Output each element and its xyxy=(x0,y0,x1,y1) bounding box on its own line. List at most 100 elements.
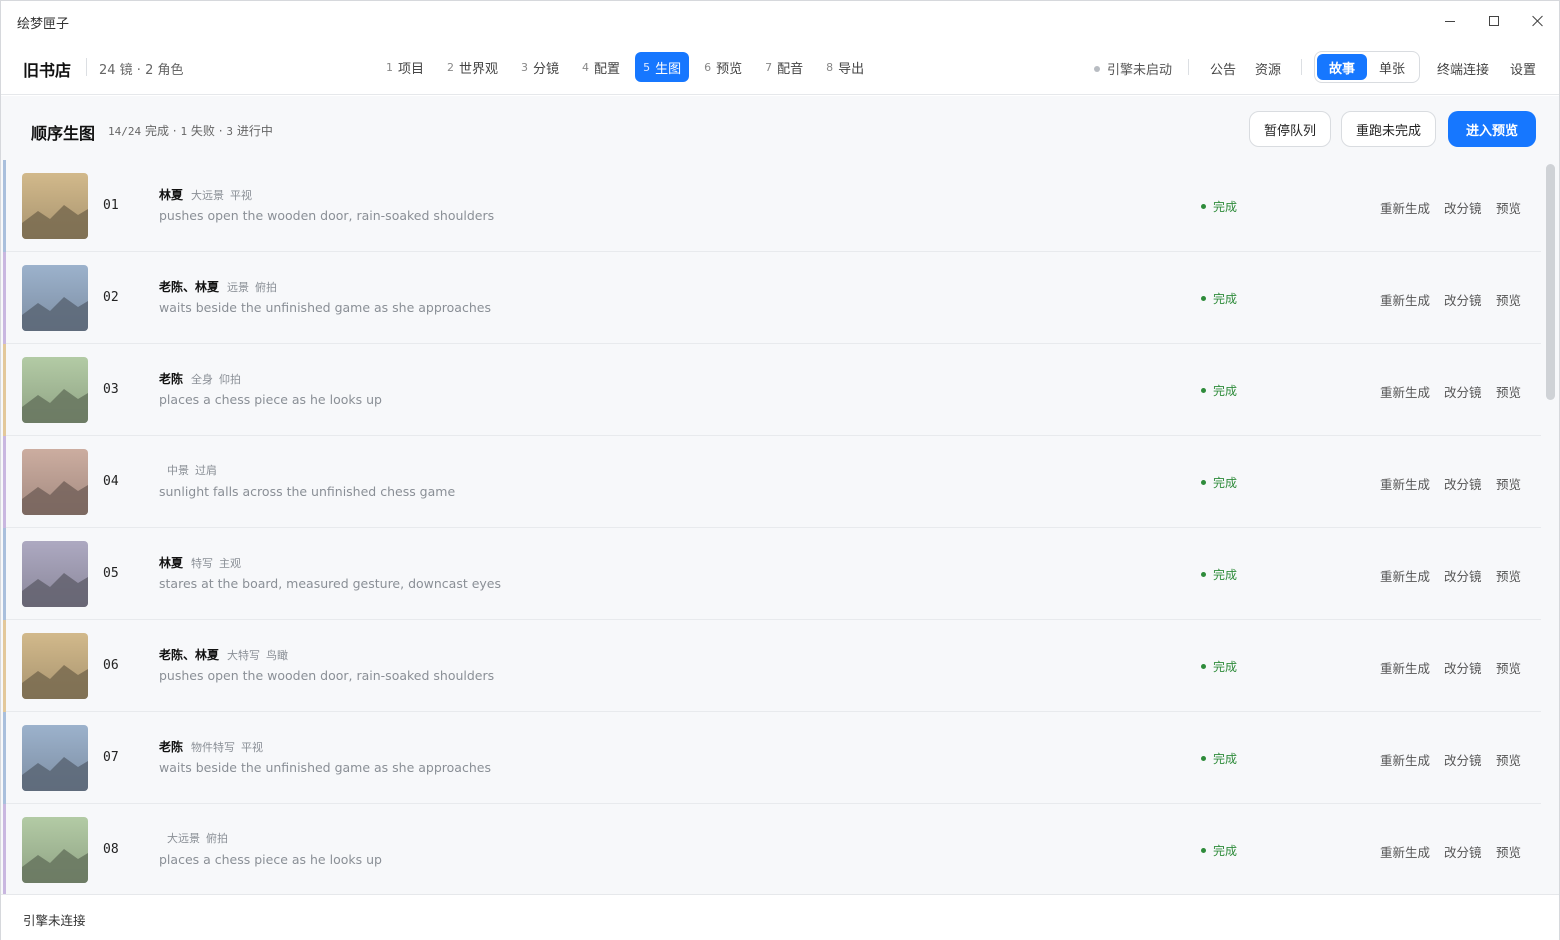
regenerate-button[interactable]: 重新生成 xyxy=(1380,382,1430,401)
divider xyxy=(1188,59,1189,75)
enter-preview-button[interactable]: 进入预览 xyxy=(1448,111,1536,147)
shot-meta: 老陈、林夏 大特写 鸟瞰 xyxy=(159,646,294,663)
step-tab-1[interactable]: 1 项目 xyxy=(378,52,432,82)
shot-thumbnail[interactable] xyxy=(22,173,88,239)
shot-row[interactable]: 02 老陈、林夏 远景 俯拍 waits beside the unfinished g… xyxy=(3,252,1541,344)
shot-row[interactable]: 06 老陈、林夏 大特写 鸟瞰 pushes open the wooden door,… xyxy=(3,620,1541,712)
step-tab-7[interactable]: 7 配音 xyxy=(757,52,811,82)
shot-thumbnail[interactable] xyxy=(22,817,88,883)
mode-toggle: 故事 单张 xyxy=(1314,51,1420,83)
step-tab-4[interactable]: 4 配置 xyxy=(574,52,628,82)
step-number: 2 xyxy=(447,60,455,74)
regenerate-button[interactable]: 重新生成 xyxy=(1380,474,1430,493)
shot-thumbnail[interactable] xyxy=(22,633,88,699)
step-tab-8[interactable]: 8 导出 xyxy=(818,52,872,82)
camera-angle-tag: 俯拍 xyxy=(206,832,228,845)
edit-shot-button[interactable]: 改分镜 xyxy=(1444,382,1482,401)
preview-button[interactable]: 预览 xyxy=(1496,566,1521,585)
shot-row[interactable]: 01 林夏 大远景 平视 pushes open the wooden door, ra… xyxy=(3,160,1541,252)
step-tab-5[interactable]: 5 生图 xyxy=(635,52,690,82)
row-accent-bar xyxy=(3,344,6,436)
step-tab-3[interactable]: 3 分镜 xyxy=(513,52,567,82)
title-bar: 绘梦匣子 xyxy=(1,1,1559,41)
status-badge: 完成 xyxy=(1201,382,1237,399)
shot-thumbnail[interactable] xyxy=(22,541,88,607)
shot-meta: 老陈 物件特写 平视 xyxy=(159,738,269,755)
status-dot-icon xyxy=(1201,572,1206,577)
shot-row[interactable]: 03 老陈 全身 仰拍 places a chess piece as he looks… xyxy=(3,344,1541,436)
shot-thumbnail[interactable] xyxy=(22,357,88,423)
edit-shot-button[interactable]: 改分镜 xyxy=(1444,750,1482,769)
regenerate-button[interactable]: 重新生成 xyxy=(1380,566,1430,585)
shot-thumbnail[interactable] xyxy=(22,725,88,791)
camera-angle-tag: 主观 xyxy=(219,557,242,570)
status-badge: 完成 xyxy=(1201,290,1237,307)
step-number: 1 xyxy=(386,60,393,74)
divider xyxy=(1301,59,1302,75)
shot-size-tag: 特写 xyxy=(191,557,214,570)
edit-shot-button[interactable]: 改分镜 xyxy=(1444,290,1482,309)
settings-link[interactable]: 设置 xyxy=(1510,59,1536,78)
camera-angle-tag: 俯拍 xyxy=(255,281,278,294)
pause-queue-button[interactable]: 暂停队列 xyxy=(1249,111,1331,147)
landscape-placeholder-icon xyxy=(22,541,88,607)
preview-button[interactable]: 预览 xyxy=(1496,842,1521,861)
shot-list: 01 林夏 大远景 平视 pushes open the wooden door, ra… xyxy=(3,160,1541,894)
project-name: 旧书店 xyxy=(23,61,72,80)
announcement-link[interactable]: 公告 xyxy=(1210,59,1236,78)
preview-button[interactable]: 预览 xyxy=(1496,750,1521,769)
preview-button[interactable]: 预览 xyxy=(1496,382,1521,401)
minimize-button[interactable] xyxy=(1432,9,1468,33)
shot-row[interactable]: 08 大远景 俯拍 places a chess piece as he looks … xyxy=(3,804,1541,894)
mode-single-button[interactable]: 单张 xyxy=(1367,54,1417,80)
shot-row[interactable]: 05 林夏 特写 主观 stares at the board, measured ge… xyxy=(3,528,1541,620)
shot-meta: 大远景 俯拍 xyxy=(159,830,234,846)
assets-link[interactable]: 资源 xyxy=(1255,59,1281,78)
shot-description: pushes open the wooden door, rain-soaked… xyxy=(159,668,495,683)
shot-description: places a chess piece as he looks up xyxy=(159,392,382,407)
shot-size-tag: 大远景 xyxy=(167,832,200,845)
shot-row[interactable]: 04 中景 过肩 sunlight falls across the unfinish… xyxy=(3,436,1541,528)
terminal-connect-link[interactable]: 终端连接 xyxy=(1437,59,1489,78)
regenerate-button[interactable]: 重新生成 xyxy=(1380,290,1430,309)
close-button[interactable] xyxy=(1520,9,1556,33)
step-label: 分镜 xyxy=(533,61,560,77)
edit-shot-button[interactable]: 改分镜 xyxy=(1444,658,1482,677)
step-label: 世界观 xyxy=(459,61,499,77)
regenerate-button[interactable]: 重新生成 xyxy=(1380,198,1430,217)
step-label: 生图 xyxy=(655,61,682,77)
shot-thumbnail[interactable] xyxy=(22,265,88,331)
mode-story-button[interactable]: 故事 xyxy=(1317,54,1367,80)
step-label: 配置 xyxy=(594,61,621,77)
edit-shot-button[interactable]: 改分镜 xyxy=(1444,842,1482,861)
shot-row[interactable]: 07 老陈 物件特写 平视 waits beside the unfinished ga… xyxy=(3,712,1541,804)
shot-number: 04 xyxy=(103,474,119,489)
row-accent-bar xyxy=(3,620,6,712)
scrollbar-thumb[interactable] xyxy=(1546,164,1555,400)
edit-shot-button[interactable]: 改分镜 xyxy=(1444,474,1482,493)
scrollbar[interactable] xyxy=(1546,164,1555,890)
shot-thumbnail[interactable] xyxy=(22,449,88,515)
preview-button[interactable]: 预览 xyxy=(1496,290,1521,309)
status-badge: 完成 xyxy=(1201,566,1237,583)
edit-shot-button[interactable]: 改分镜 xyxy=(1444,566,1482,585)
regenerate-button[interactable]: 重新生成 xyxy=(1380,750,1430,769)
edit-shot-button[interactable]: 改分镜 xyxy=(1444,198,1482,217)
regenerate-button[interactable]: 重新生成 xyxy=(1380,658,1430,677)
maximize-button[interactable] xyxy=(1476,9,1512,33)
step-tab-2[interactable]: 2 世界观 xyxy=(439,52,506,82)
shot-number: 05 xyxy=(103,566,119,581)
status-label: 完成 xyxy=(1213,476,1238,490)
rerun-incomplete-button[interactable]: 重跑未完成 xyxy=(1341,111,1436,147)
status-dot-icon xyxy=(1201,296,1206,301)
preview-button[interactable]: 预览 xyxy=(1496,658,1521,677)
regenerate-button[interactable]: 重新生成 xyxy=(1380,842,1430,861)
shot-meta: 林夏 特写 主观 xyxy=(159,554,247,571)
step-tab-6[interactable]: 6 预览 xyxy=(696,52,750,82)
preview-button[interactable]: 预览 xyxy=(1496,474,1521,493)
shot-characters: 老陈 xyxy=(159,372,184,386)
shot-meta: 中景 过肩 xyxy=(159,462,223,478)
preview-button[interactable]: 预览 xyxy=(1496,198,1521,217)
shot-meta: 老陈 全身 仰拍 xyxy=(159,370,247,387)
step-number: 7 xyxy=(765,60,773,74)
